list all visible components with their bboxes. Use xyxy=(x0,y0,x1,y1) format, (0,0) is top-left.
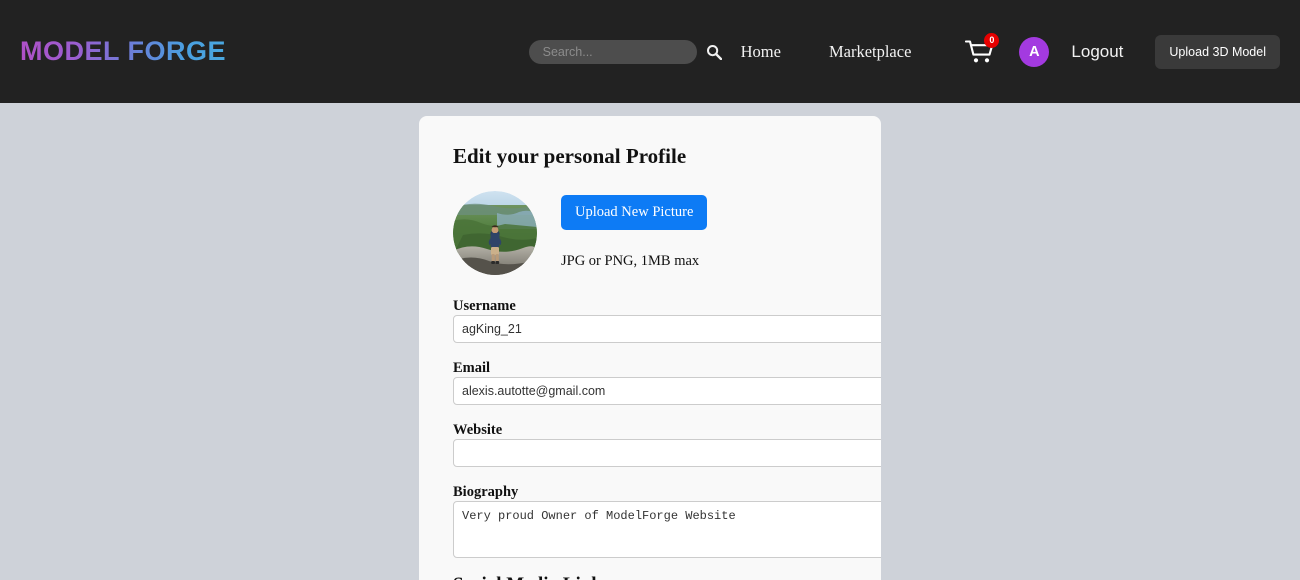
page-body: Edit your personal Profile Upload New Pi… xyxy=(0,103,1300,580)
profile-photo-image xyxy=(453,191,537,275)
main-navigation: Home Marketplace 0 A Logout Upload 3D Mo… xyxy=(528,32,1280,69)
search-bar[interactable] xyxy=(528,39,722,64)
profile-edit-card: Edit your personal Profile Upload New Pi… xyxy=(419,116,881,580)
label-website: Website xyxy=(453,422,503,438)
page-title: Edit your personal Profile xyxy=(453,144,687,168)
logo-text-forge: FORGE xyxy=(127,36,227,66)
username-input[interactable] xyxy=(453,315,881,343)
cart-button[interactable]: 0 xyxy=(963,32,1000,67)
label-email: Email xyxy=(453,360,491,376)
label-biography: Biography xyxy=(453,484,519,500)
logo-text-model: MODEL xyxy=(20,36,128,66)
site-header: MODEL FORGE Home Marketplace 0 A Logout xyxy=(0,0,1300,103)
picture-format-hint: JPG or PNG, 1MB max xyxy=(561,253,700,269)
cart-count-badge: 0 xyxy=(984,32,1000,48)
avatar[interactable]: A xyxy=(1019,36,1050,67)
search-icon[interactable] xyxy=(706,44,722,60)
label-username: Username xyxy=(453,298,516,314)
biography-textarea[interactable] xyxy=(453,501,881,558)
site-logo[interactable]: MODEL FORGE xyxy=(20,36,226,67)
nav-link-home[interactable]: Home xyxy=(741,42,781,62)
profile-picture-row: Upload New Picture JPG or PNG, 1MB max xyxy=(453,191,863,275)
upload-new-picture-button[interactable]: Upload New Picture xyxy=(561,195,708,230)
upload-3d-model-button[interactable]: Upload 3D Model xyxy=(1155,34,1280,69)
logout-link[interactable]: Logout xyxy=(1071,42,1123,62)
profile-photo[interactable] xyxy=(453,191,537,275)
profile-picture-actions: Upload New Picture JPG or PNG, 1MB max xyxy=(561,191,708,270)
email-input[interactable] xyxy=(453,377,881,405)
search-input[interactable] xyxy=(540,43,706,60)
social-media-links-heading: Social Media Links xyxy=(453,574,863,580)
nav-link-marketplace[interactable]: Marketplace xyxy=(829,42,911,62)
website-input[interactable] xyxy=(453,439,881,467)
